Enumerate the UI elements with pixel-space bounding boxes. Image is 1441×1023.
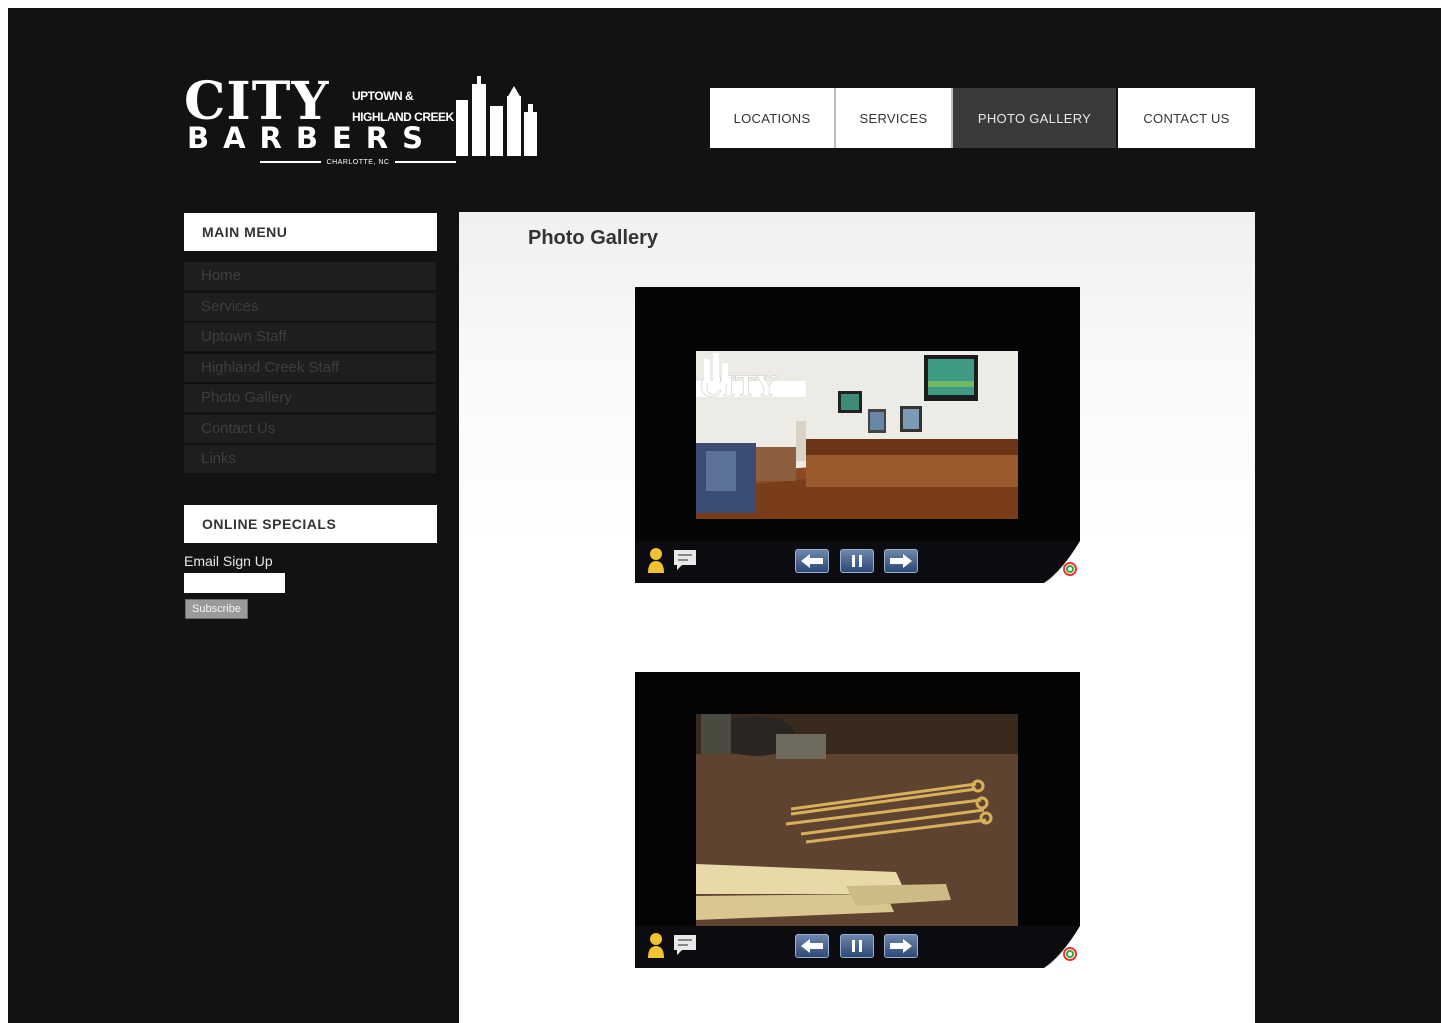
next-button[interactable] bbox=[884, 934, 918, 958]
comment-icon[interactable] bbox=[673, 934, 697, 956]
email-signup-label: Email Sign Up bbox=[184, 553, 273, 569]
scissors-and-combs-image bbox=[696, 714, 1018, 928]
nav-services[interactable]: SERVICES bbox=[836, 88, 953, 148]
next-button[interactable] bbox=[884, 549, 918, 573]
slideshow-2 bbox=[635, 672, 1080, 968]
pause-icon bbox=[852, 555, 862, 567]
logo-city: CHARLOTTE, NC bbox=[326, 158, 390, 166]
nav-locations[interactable]: LOCATIONS bbox=[710, 88, 836, 148]
skyline-icon bbox=[456, 76, 537, 156]
slideshow-controls bbox=[635, 926, 1080, 968]
pause-button[interactable] bbox=[840, 934, 874, 958]
logo-city-line: CHARLOTTE, NC bbox=[260, 156, 456, 168]
menu-item-contact-us[interactable]: Contact Us bbox=[184, 414, 436, 443]
barbershop-interior-image: CITY bbox=[696, 351, 1018, 519]
slideshow-photo[interactable] bbox=[696, 714, 1018, 928]
nav-contact-us[interactable]: CONTACT US bbox=[1118, 88, 1255, 148]
previous-button[interactable] bbox=[795, 549, 829, 573]
comment-icon[interactable] bbox=[673, 549, 697, 571]
main-menu-heading: MAIN MENU bbox=[184, 213, 437, 251]
arrow-left-icon bbox=[801, 939, 823, 953]
pause-button[interactable] bbox=[840, 549, 874, 573]
top-navigation: LOCATIONS SERVICES PHOTO GALLERY CONTACT… bbox=[710, 88, 1255, 148]
page-curl-icon[interactable] bbox=[1040, 541, 1080, 583]
online-specials-heading: ONLINE SPECIALS bbox=[184, 505, 437, 543]
main-content: Photo Gallery CITY bbox=[459, 212, 1255, 1023]
nav-photo-gallery[interactable]: PHOTO GALLERY bbox=[953, 88, 1118, 148]
subscribe-button[interactable]: Subscribe bbox=[185, 599, 248, 619]
user-icon[interactable] bbox=[647, 932, 665, 958]
menu-item-uptown-staff[interactable]: Uptown Staff bbox=[184, 323, 436, 351]
logo-wordmark-barbers: BARBERS bbox=[187, 121, 438, 155]
page-title: Photo Gallery bbox=[528, 227, 659, 249]
arrow-left-icon bbox=[801, 554, 823, 568]
slideshow-1: CITY bbox=[635, 287, 1080, 583]
main-menu: Home Services Uptown Staff Highland Cree… bbox=[184, 262, 436, 476]
logo-subtitle-line1: UPTOWN & bbox=[352, 89, 414, 103]
page-curl-icon[interactable] bbox=[1040, 926, 1080, 968]
arrow-right-icon bbox=[890, 939, 912, 953]
svg-text:CITY: CITY bbox=[700, 370, 777, 403]
menu-item-photo-gallery[interactable]: Photo Gallery bbox=[184, 384, 436, 412]
email-signup-input[interactable] bbox=[184, 573, 285, 593]
pause-icon bbox=[852, 940, 862, 952]
menu-item-home[interactable]: Home bbox=[184, 262, 436, 290]
slideshow-photo[interactable]: CITY bbox=[696, 351, 1018, 519]
arrow-right-icon bbox=[890, 554, 912, 568]
slideshow-controls bbox=[635, 541, 1080, 583]
menu-item-links[interactable]: Links bbox=[184, 445, 436, 473]
previous-button[interactable] bbox=[795, 934, 829, 958]
user-icon[interactable] bbox=[647, 547, 665, 573]
site-logo[interactable]: CITY UPTOWN & HIGHLAND CREEK BARBERS CHA… bbox=[184, 76, 544, 168]
menu-item-services[interactable]: Services bbox=[184, 292, 436, 321]
menu-item-highland-creek-staff[interactable]: Highland Creek Staff bbox=[184, 353, 436, 382]
